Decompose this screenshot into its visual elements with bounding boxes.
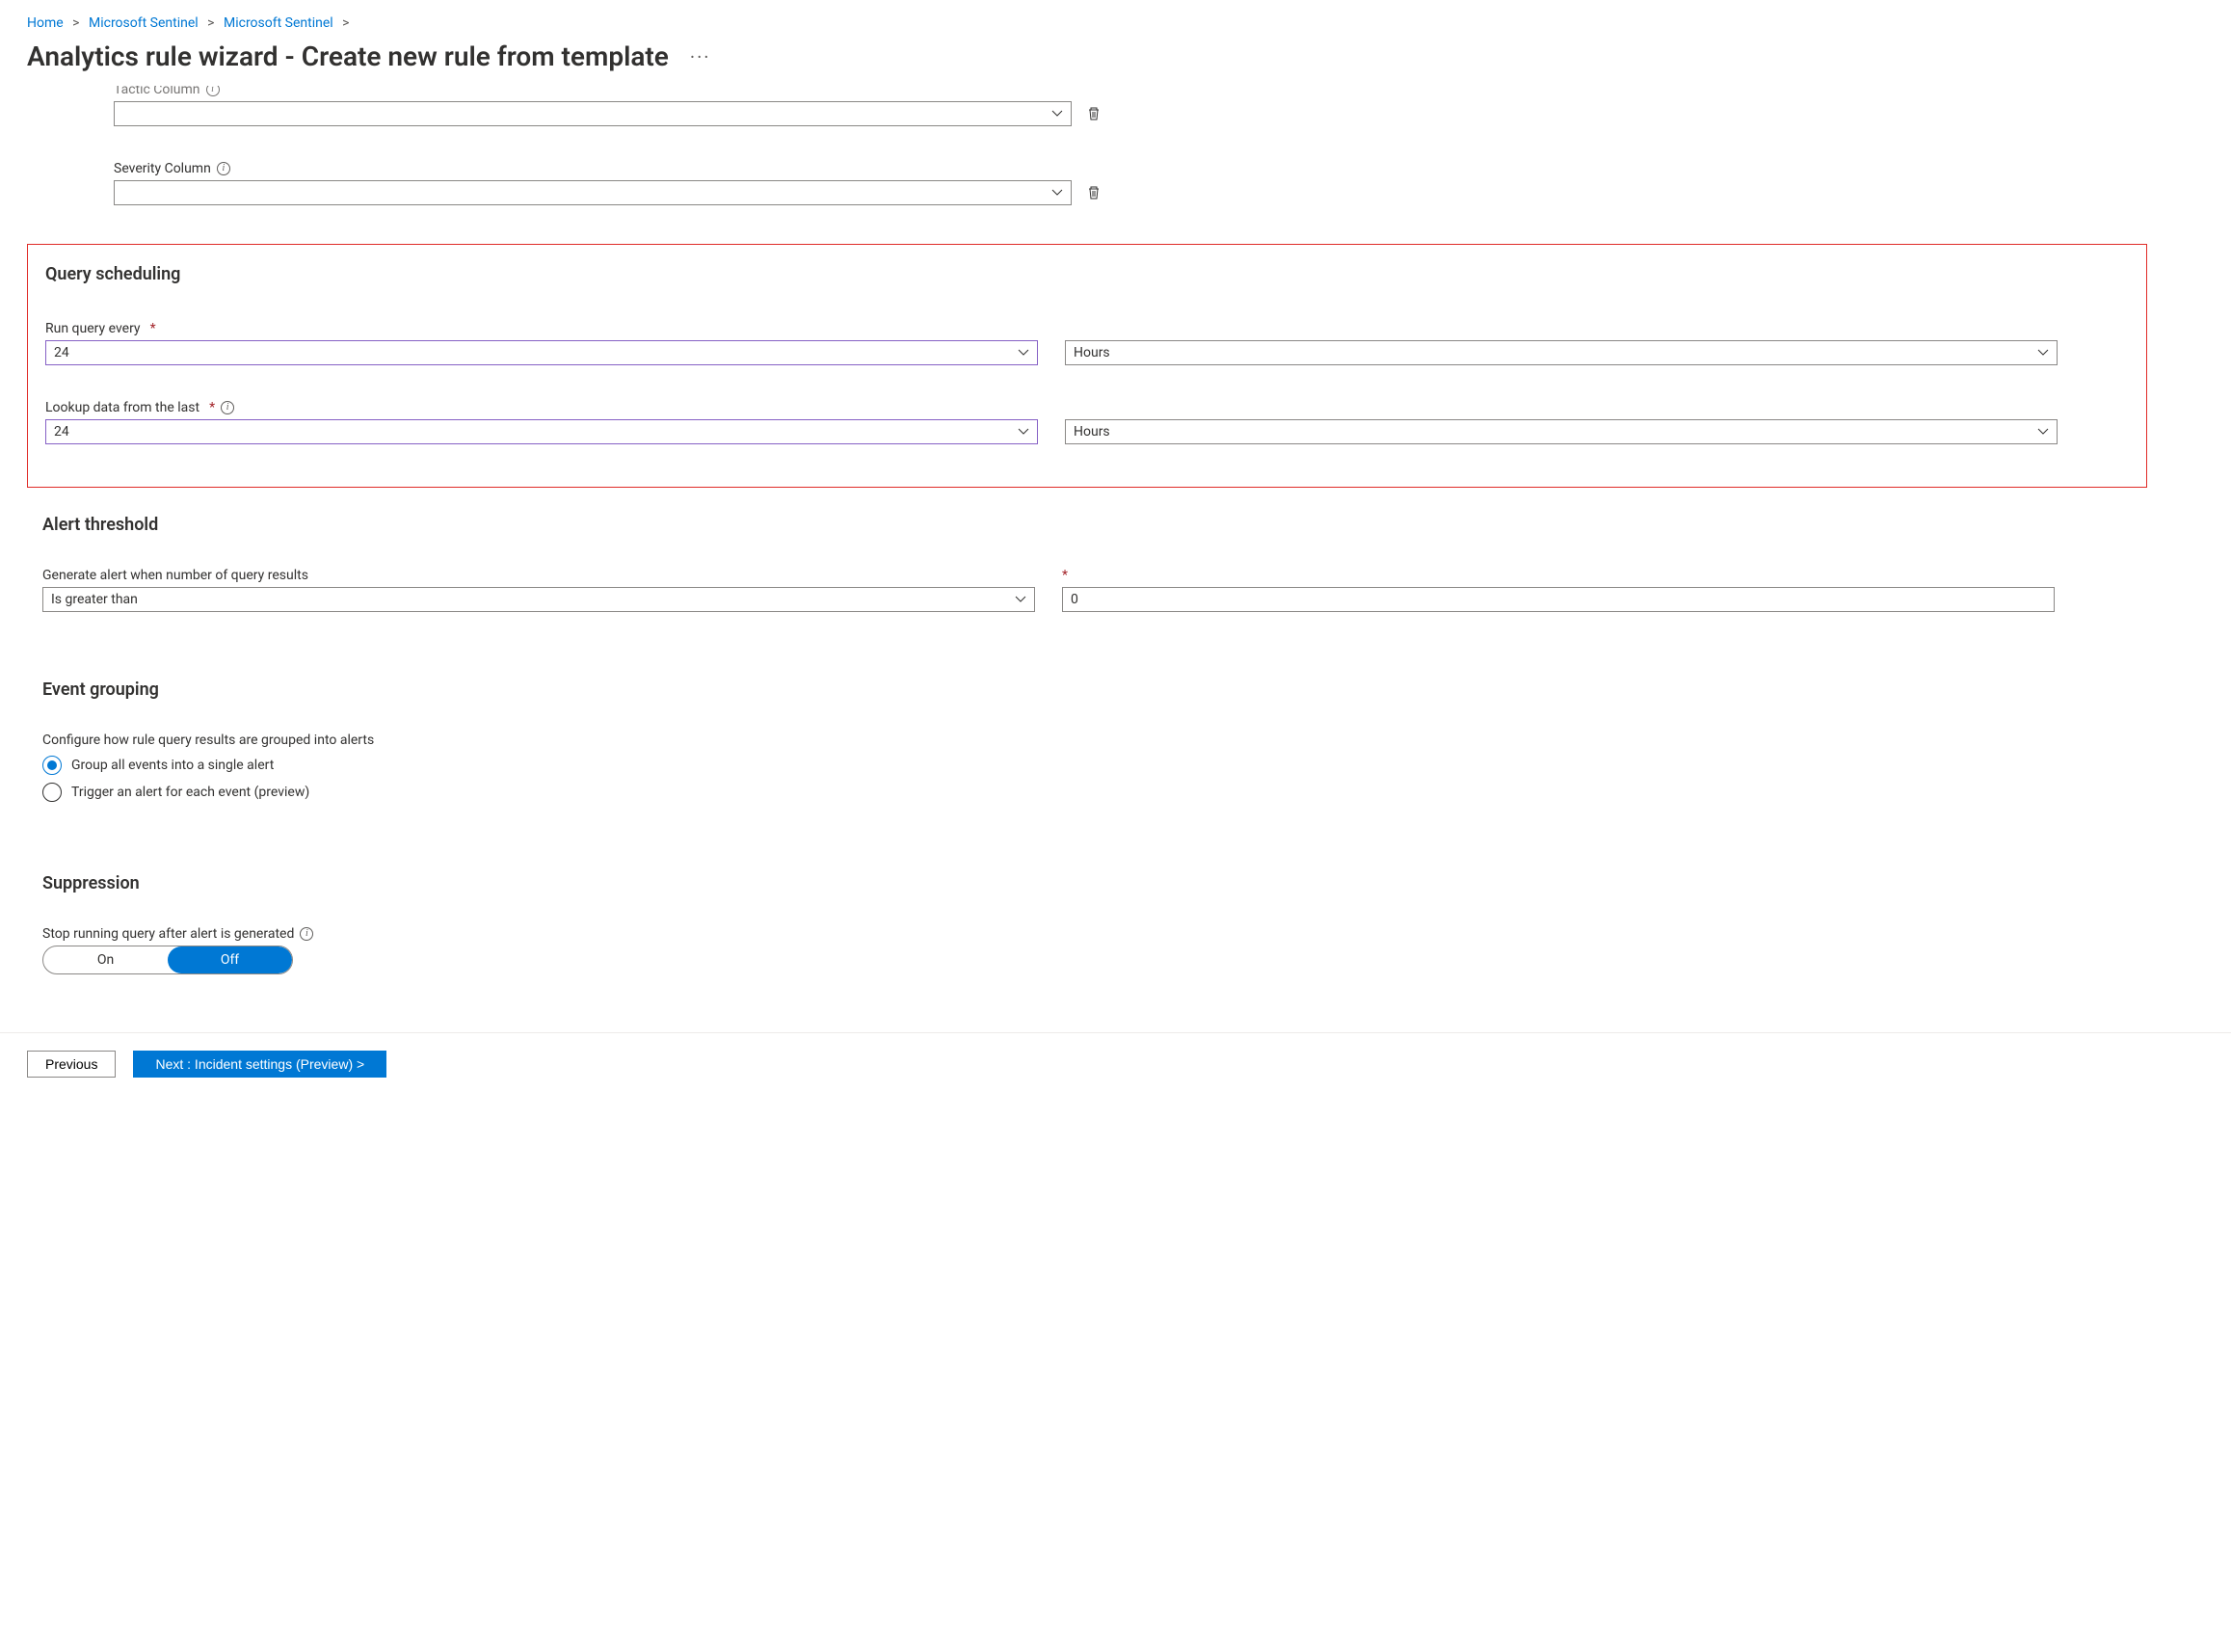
breadcrumb-sep: >: [201, 15, 220, 31]
radio-icon: [42, 783, 62, 802]
suppression-toggle[interactable]: On Off: [42, 946, 293, 974]
wizard-footer: Previous Next : Incident settings (Previ…: [0, 1032, 2231, 1095]
suppression-heading: Suppression: [42, 873, 2204, 913]
query-scheduling-section: Query scheduling Run query every * 24 Ho…: [27, 244, 2147, 488]
grouping-option-each[interactable]: Trigger an alert for each event (preview…: [42, 779, 2204, 806]
suppression-label: Stop running query after alert is genera…: [42, 926, 294, 942]
breadcrumb-sep: >: [66, 15, 85, 31]
delete-tactic-column-button[interactable]: [1085, 105, 1102, 122]
info-icon[interactable]: i: [206, 83, 220, 96]
breadcrumb-sep: >: [336, 15, 355, 31]
run-query-every-value: 24: [54, 345, 69, 360]
breadcrumb-sentinel-1[interactable]: Microsoft Sentinel: [89, 15, 199, 31]
breadcrumb: Home > Microsoft Sentinel > Microsoft Se…: [27, 10, 2204, 40]
radio-icon: [42, 756, 62, 775]
more-actions-button[interactable]: ···: [690, 47, 711, 67]
alert-threshold-label: Generate alert when number of query resu…: [42, 568, 308, 583]
run-query-every-unit-dropdown[interactable]: Hours: [1065, 340, 2058, 365]
query-scheduling-heading: Query scheduling: [45, 264, 2127, 304]
grouping-option-each-label: Trigger an alert for each event (preview…: [71, 785, 309, 800]
required-asterisk: *: [205, 400, 215, 415]
info-icon[interactable]: i: [300, 927, 313, 941]
chevron-down-icon: [1015, 594, 1026, 605]
suppression-toggle-on[interactable]: On: [43, 946, 168, 973]
lookup-data-label: Lookup data from the last: [45, 400, 199, 415]
suppression-toggle-off[interactable]: Off: [168, 946, 292, 973]
chevron-down-icon: [1051, 108, 1063, 120]
chevron-down-icon: [1018, 347, 1029, 359]
threshold-value-input[interactable]: 0: [1062, 587, 2055, 612]
page-title: Analytics rule wizard - Create new rule …: [27, 40, 669, 72]
lookup-data-unit-dropdown[interactable]: Hours: [1065, 419, 2058, 444]
severity-column-label: Severity Column: [114, 161, 211, 176]
lookup-data-value-dropdown[interactable]: 24: [45, 419, 1038, 444]
severity-column-dropdown[interactable]: [114, 180, 1072, 205]
threshold-operator-dropdown[interactable]: Is greater than: [42, 587, 1035, 612]
required-asterisk: *: [1062, 568, 1068, 583]
info-icon[interactable]: i: [221, 401, 234, 414]
lookup-data-value: 24: [54, 424, 69, 440]
tactic-column-label: Tactic Column: [114, 82, 200, 97]
breadcrumb-sentinel-2[interactable]: Microsoft Sentinel: [224, 15, 333, 31]
event-grouping-heading: Event grouping: [42, 679, 2204, 719]
alert-threshold-heading: Alert threshold: [42, 515, 2204, 554]
threshold-value: 0: [1071, 592, 1078, 607]
chevron-down-icon: [2037, 347, 2049, 359]
required-asterisk: *: [146, 321, 156, 336]
event-grouping-label: Configure how rule query results are gro…: [42, 733, 374, 748]
grouping-option-single[interactable]: Group all events into a single alert: [42, 752, 2204, 779]
grouping-option-single-label: Group all events into a single alert: [71, 758, 274, 773]
lookup-data-unit: Hours: [1074, 424, 1110, 440]
next-button[interactable]: Next : Incident settings (Preview) >: [133, 1051, 386, 1078]
run-query-every-unit: Hours: [1074, 345, 1110, 360]
run-query-every-label: Run query every: [45, 321, 141, 336]
breadcrumb-home[interactable]: Home: [27, 15, 64, 31]
delete-severity-column-button[interactable]: [1085, 184, 1102, 201]
chevron-down-icon: [1051, 187, 1063, 199]
tactic-column-dropdown[interactable]: [114, 101, 1072, 126]
threshold-operator-value: Is greater than: [51, 592, 138, 607]
run-query-every-value-dropdown[interactable]: 24: [45, 340, 1038, 365]
previous-button[interactable]: Previous: [27, 1051, 116, 1078]
chevron-down-icon: [1018, 426, 1029, 438]
info-icon[interactable]: i: [217, 162, 230, 175]
chevron-down-icon: [2037, 426, 2049, 438]
